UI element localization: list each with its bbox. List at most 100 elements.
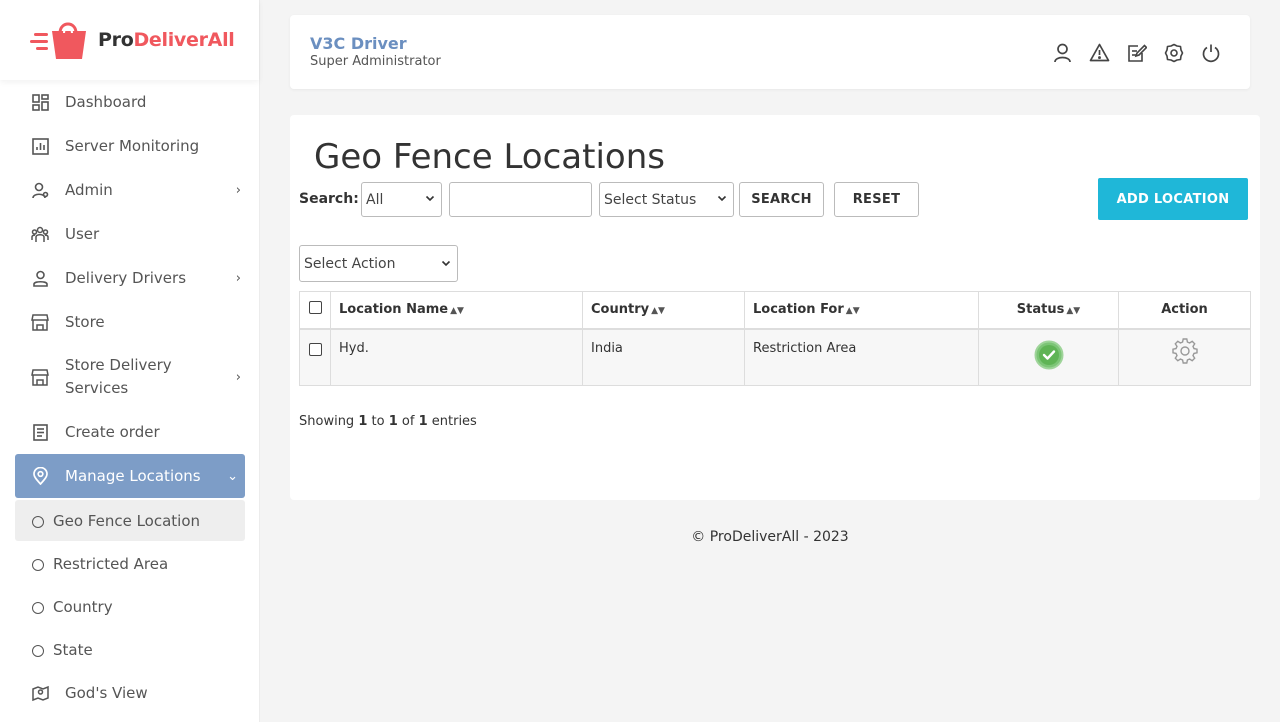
settings-icon[interactable] — [1162, 41, 1185, 64]
warning-icon[interactable] — [1088, 41, 1111, 64]
bulk-action-select-value: Select Action — [304, 255, 396, 272]
power-icon[interactable] — [1199, 41, 1222, 64]
sidebar-item-label: Create order — [65, 423, 160, 441]
user-role: Super Administrator — [310, 54, 441, 69]
reset-button[interactable]: RESET — [834, 182, 919, 217]
sidebar-item-label: Store — [65, 313, 105, 331]
column-label: Country — [591, 302, 650, 318]
sidebar-item-gods-view[interactable]: God's View — [15, 671, 245, 715]
sidebar-item-label: God's View — [65, 684, 148, 702]
search-label: Search: — [299, 191, 359, 207]
chevron-down-icon: ⌄ — [227, 468, 238, 484]
subitem-restricted-area[interactable]: Restricted Area — [15, 543, 245, 584]
chevron-down-icon — [717, 193, 727, 206]
row-select-cell — [299, 328, 331, 386]
search-field-select-value: All — [366, 191, 384, 208]
column-header-location-name[interactable]: Location Name ▲▼ — [330, 291, 583, 330]
sort-icon: ▲▼ — [651, 306, 665, 317]
edit-icon[interactable] — [1125, 41, 1148, 64]
status-select-value: Select Status — [604, 191, 697, 208]
table-header-row: Location Name ▲▼ Country ▲▼ Location For ▲▼… — [299, 291, 1251, 330]
action-cell — [1118, 328, 1251, 386]
logo-text: ProDeliverAll — [98, 29, 235, 51]
footer-copyright: © ProDeliverAll - 2023 — [691, 529, 849, 545]
circle-icon — [32, 602, 44, 614]
sort-icon: ▲▼ — [1066, 306, 1081, 317]
sidebar-item-user[interactable]: User — [15, 212, 245, 256]
sidebar-item-label: Store Delivery Services — [65, 354, 172, 400]
sidebar-item-label: Delivery Drivers — [65, 269, 187, 287]
showing-to: 1 — [388, 414, 398, 429]
showing-total: 1 — [418, 414, 428, 429]
sidebar-item-label-line2: Services — [65, 379, 129, 397]
page-title: Geo Fence Locations — [314, 137, 665, 177]
sidebar-item-manage-locations[interactable]: Manage Locations ⌄ — [15, 454, 245, 498]
showing-from: 1 — [358, 414, 368, 429]
showing-of-word: of — [401, 414, 415, 429]
users-icon — [31, 225, 49, 243]
logo-text-pro: Pro — [98, 29, 134, 51]
column-header-action: Action — [1118, 291, 1251, 330]
main-card: Geo Fence Locations Search: All Select S… — [290, 115, 1260, 500]
row-checkbox[interactable] — [308, 342, 322, 356]
search-field-select[interactable]: All — [361, 182, 442, 217]
user-name[interactable]: V3C Driver — [310, 34, 407, 53]
column-header-status[interactable]: Status ▲▼ — [978, 291, 1119, 330]
sidebar-item-dashboard[interactable]: Dashboard — [15, 80, 245, 124]
column-label: Status — [1016, 302, 1065, 318]
showing-suffix: entries — [431, 414, 477, 429]
chevron-right-icon: › — [235, 182, 241, 198]
gear-icon[interactable] — [1171, 337, 1198, 368]
chevron-down-icon — [441, 258, 451, 271]
location-name-cell: Hyd. — [330, 328, 583, 386]
shopping-bag-logo-icon — [30, 22, 86, 59]
top-header: V3C Driver Super Administrator — [290, 15, 1250, 89]
table-row: Hyd. India Restriction Area — [299, 328, 1251, 386]
status-active-icon[interactable] — [1034, 340, 1064, 374]
subitem-state[interactable]: State — [15, 629, 245, 670]
store-icon — [31, 313, 49, 331]
subitem-label: Country — [53, 597, 113, 616]
sort-icon: ▲▼ — [845, 306, 860, 317]
subitem-country[interactable]: Country — [15, 586, 245, 627]
subitem-label: Restricted Area — [53, 554, 169, 573]
chevron-right-icon: › — [235, 270, 241, 286]
sidebar-item-store[interactable]: Store — [15, 300, 245, 344]
sidebar-item-label-line1: Store Delivery — [65, 356, 172, 374]
search-button[interactable]: SEARCH — [739, 182, 824, 217]
sidebar-item-store-delivery-services[interactable]: Store Delivery Services › — [15, 344, 245, 410]
sidebar-item-label: Dashboard — [65, 93, 147, 111]
status-select[interactable]: Select Status — [599, 182, 734, 217]
sidebar-item-server-monitoring[interactable]: Server Monitoring — [15, 124, 245, 168]
column-label: Action — [1161, 302, 1208, 318]
status-cell — [978, 328, 1119, 386]
search-input[interactable] — [449, 182, 592, 217]
admin-icon — [31, 181, 49, 199]
store-icon — [31, 368, 49, 386]
select-all-checkbox[interactable] — [308, 301, 322, 315]
select-all-cell — [299, 291, 331, 330]
bulk-action-select[interactable]: Select Action — [299, 245, 458, 282]
sidebar-item-create-order[interactable]: Create order — [15, 410, 245, 454]
order-icon — [31, 423, 49, 441]
subitem-geo-fence-location[interactable]: Geo Fence Location — [15, 500, 245, 541]
add-location-button[interactable]: ADD LOCATION — [1098, 178, 1248, 220]
circle-icon — [32, 516, 44, 528]
dashboard-icon — [31, 93, 49, 111]
sidebar: ProDeliverAll Dashboard Server Monitorin… — [0, 0, 260, 722]
logo[interactable]: ProDeliverAll — [0, 0, 259, 80]
subitem-label: Geo Fence Location — [53, 511, 201, 530]
chart-icon — [31, 137, 49, 155]
logo-text-brand: DeliverAll — [133, 29, 235, 51]
showing-prefix: Showing — [299, 414, 355, 429]
pagination-info: Showing 1 to 1 of 1 entries — [299, 414, 477, 429]
sort-icon: ▲▼ — [450, 306, 464, 317]
chevron-right-icon: › — [235, 369, 241, 385]
column-header-country[interactable]: Country ▲▼ — [582, 291, 745, 330]
sidebar-item-delivery-drivers[interactable]: Delivery Drivers › — [15, 256, 245, 300]
column-header-location-for[interactable]: Location For ▲▼ — [744, 291, 979, 330]
sidebar-item-admin[interactable]: Admin › — [15, 168, 245, 212]
map-icon — [31, 684, 49, 702]
user-icon[interactable] — [1051, 41, 1074, 64]
sidebar-item-label: Server Monitoring — [65, 137, 200, 155]
